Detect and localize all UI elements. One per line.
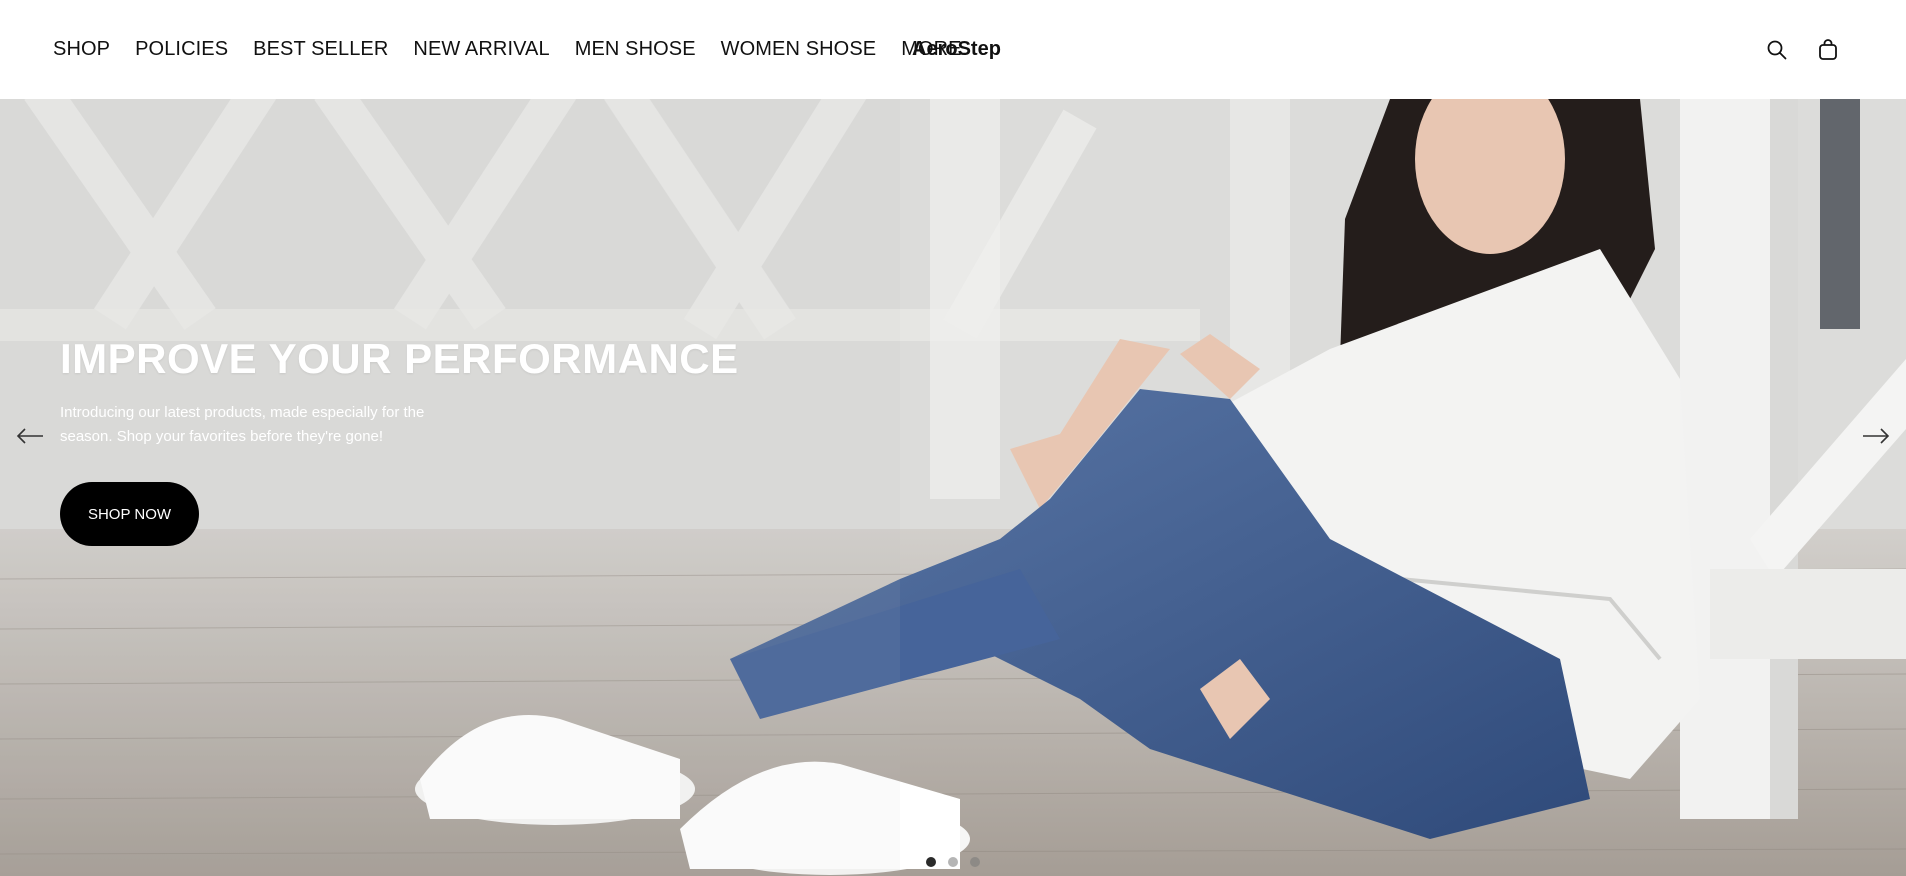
nav-item-policies[interactable]: POLICIES <box>135 38 228 61</box>
slide-dot-2[interactable] <box>948 857 958 867</box>
hero-image <box>0 99 1906 876</box>
arrow-left-icon[interactable] <box>15 421 45 451</box>
hero-title: IMPROVE YOUR PERFORMANCE <box>60 335 739 382</box>
search-icon[interactable] <box>1765 38 1789 62</box>
nav-item-men-shoes[interactable]: MEN SHOSE <box>575 38 696 61</box>
main-nav: SHOP POLICIES BEST SELLER NEW ARRIVAL ME… <box>53 0 987 99</box>
nav-item-shop[interactable]: SHOP <box>53 38 110 61</box>
header-actions <box>1738 0 1840 99</box>
hero-subtitle: Introducing our latest products, made es… <box>60 404 425 445</box>
hero-banner: IMPROVE YOUR PERFORMANCE Introducing our… <box>0 99 1906 876</box>
arrow-right-icon[interactable] <box>1861 421 1891 451</box>
brand-logo[interactable]: AeroStep <box>912 0 1001 99</box>
nav-item-best-seller[interactable]: BEST SELLER <box>253 38 388 61</box>
slide-indicators <box>926 857 992 867</box>
nav-item-women-shoes[interactable]: WOMEN SHOSE <box>721 38 877 61</box>
slide-dot-3[interactable] <box>970 857 980 867</box>
hero-text-block: IMPROVE YOUR PERFORMANCE Introducing our… <box>60 335 780 449</box>
slide-dot-1[interactable] <box>926 857 936 867</box>
site-header: SHOP POLICIES BEST SELLER NEW ARRIVAL ME… <box>0 0 1906 99</box>
shop-now-button[interactable]: SHOP NOW <box>60 482 199 546</box>
shopping-bag-icon[interactable] <box>1816 38 1840 62</box>
nav-item-new-arrival[interactable]: NEW ARRIVAL <box>413 38 549 61</box>
